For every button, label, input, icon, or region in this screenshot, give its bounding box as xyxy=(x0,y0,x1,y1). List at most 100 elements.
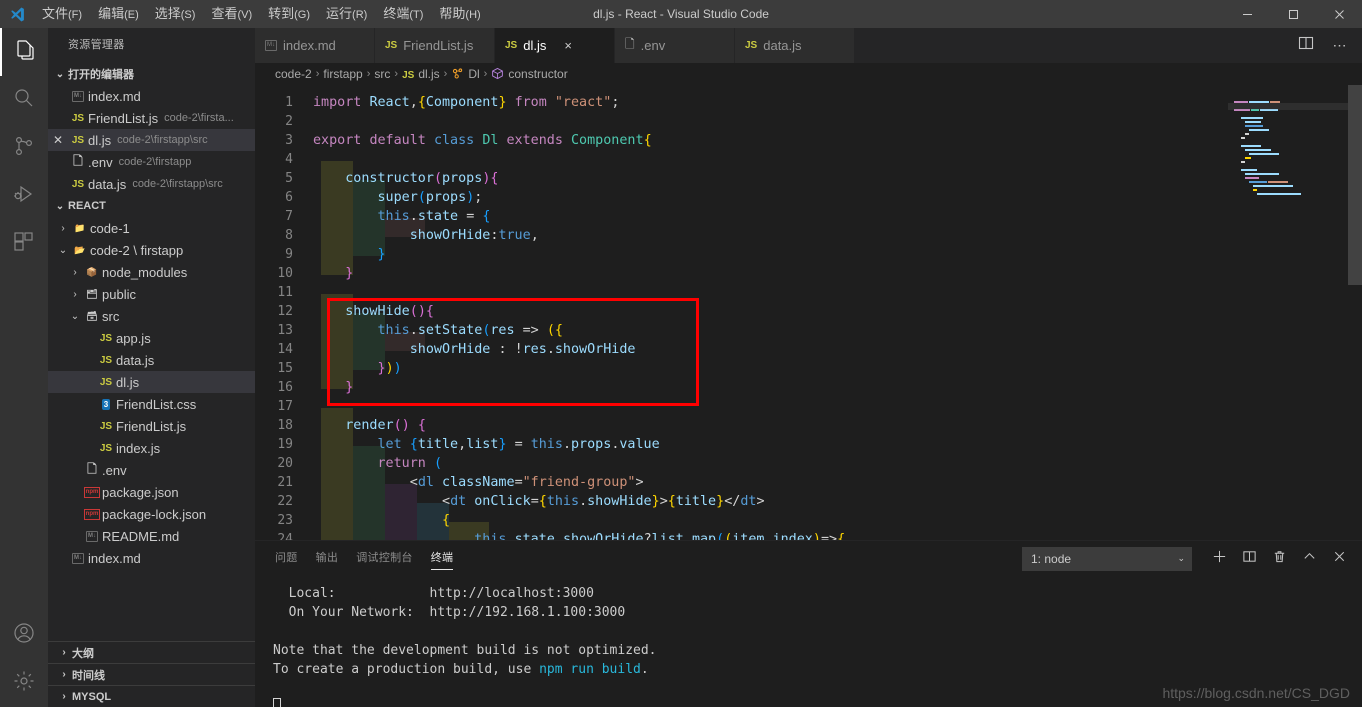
open-editor-index-md[interactable]: M↓ index.md xyxy=(48,85,255,107)
open-editor-data-js[interactable]: JS data.js code-2\firstapp\src xyxy=(48,173,255,195)
chevron-down-icon[interactable]: ⌄ xyxy=(68,311,82,322)
activitybar-item-run-debug[interactable] xyxy=(0,172,48,220)
breadcrumb-item-class-dl[interactable]: Dl xyxy=(451,67,480,81)
tree-item-code-1[interactable]: › 📁 code-1 xyxy=(48,217,255,239)
tree-item-dl-js[interactable]: JS dl.js xyxy=(48,371,255,393)
menu-view[interactable]: 查看(V) xyxy=(203,0,260,28)
split-editor-button[interactable] xyxy=(1292,32,1320,60)
tree-item-public[interactable]: › 🗂 public xyxy=(48,283,255,305)
tree-item-friendlist-js[interactable]: JS FriendList.js xyxy=(48,415,255,437)
panel-tab-output[interactable]: 输出 xyxy=(316,541,339,576)
tree-item-code-2-firstapp[interactable]: ⌄ 📂 code-2 \ firstapp xyxy=(48,239,255,261)
close-button[interactable] xyxy=(1316,0,1362,28)
code-editor[interactable]: 1 2 3 4 5 6 7 8 9 10 11 12 13 14 15 16 1… xyxy=(255,85,1362,540)
tree-item-package-lock-json[interactable]: npm package-lock.json xyxy=(48,503,255,525)
chevron-right-icon[interactable]: › xyxy=(56,223,70,234)
tab-index-md[interactable]: M↓ index.md xyxy=(255,28,375,63)
breadcrumb-item-src[interactable]: src xyxy=(374,67,390,81)
activity-bar xyxy=(0,28,48,707)
line-number: 3 xyxy=(285,133,293,148)
code-area[interactable]: 1 2 3 4 5 6 7 8 9 10 11 12 13 14 15 16 1… xyxy=(255,85,1362,540)
markdown-file-icon: M↓ xyxy=(68,90,88,102)
activitybar-item-extensions[interactable] xyxy=(0,220,48,268)
tree-item-readme-md[interactable]: M↓ README.md xyxy=(48,525,255,547)
tab-data-js[interactable]: JS data.js xyxy=(735,28,855,63)
open-editors-list: M↓ index.md JS FriendList.js code-2\firs… xyxy=(48,85,255,195)
activitybar-item-source-control[interactable] xyxy=(0,124,48,172)
editor-scrollbar-thumb[interactable] xyxy=(1348,85,1362,285)
split-terminal-button[interactable] xyxy=(1236,546,1262,572)
menu-terminal[interactable]: 终端(T) xyxy=(375,0,431,28)
tree-item-data-js[interactable]: JS data.js xyxy=(48,349,255,371)
chevron-right-icon[interactable]: › xyxy=(68,289,82,300)
chevron-right-icon[interactable]: › xyxy=(68,267,82,278)
breadcrumb-item-constructor[interactable]: constructor xyxy=(491,67,568,81)
folder-icon: 📁 xyxy=(74,222,86,233)
menu-file[interactable]: 文件(F) xyxy=(34,0,90,28)
menu-bar[interactable]: 文件(F) 编辑(E) 选择(S) 查看(V) 转到(G) 运行(R) 终端(T… xyxy=(34,0,489,28)
section-mysql[interactable]: › MYSQL xyxy=(48,685,255,707)
folder-label: node_modules xyxy=(102,264,188,280)
code-line-1: import React,{Component} from "react"; xyxy=(313,95,620,110)
tree-item-friendlist-css[interactable]: 3 FriendList.css xyxy=(48,393,255,415)
js-file-icon: JS xyxy=(385,40,398,51)
tab-env[interactable]: 🗋 .env xyxy=(615,28,735,63)
chevron-down-icon[interactable]: ⌄ xyxy=(56,245,70,256)
panel-tab-debug-console[interactable]: 调试控制台 xyxy=(356,541,413,576)
markdown-file-icon: M↓ xyxy=(82,530,102,542)
code-line-8: showOrHide:true, xyxy=(409,228,539,243)
minimap[interactable] xyxy=(1228,85,1348,540)
open-editor-friendlist-js[interactable]: JS FriendList.js code-2\firsta... xyxy=(48,107,255,129)
tree-item-package-json[interactable]: npm package.json xyxy=(48,481,255,503)
file-label: .env xyxy=(88,154,113,170)
tree-item-node-modules[interactable]: › 📦 node_modules xyxy=(48,261,255,283)
open-editor-dl-js[interactable]: ✕ JS dl.js code-2\firstapp\src xyxy=(48,129,255,151)
section-workspace-react[interactable]: ⌄ REACT xyxy=(48,195,255,217)
close-icon[interactable]: ✕ xyxy=(48,133,68,147)
terminal-selector[interactable]: 1: node ⌄ xyxy=(1022,546,1192,571)
menu-edit[interactable]: 编辑(E) xyxy=(90,0,147,28)
maximize-button[interactable] xyxy=(1270,0,1316,28)
terminal-line: On Your Network: http://192.168.1.100:30… xyxy=(273,605,626,620)
new-terminal-button[interactable] xyxy=(1206,546,1232,572)
maximize-panel-button[interactable] xyxy=(1296,546,1322,572)
panel-tab-terminal[interactable]: 终端 xyxy=(430,541,454,576)
section-mysql-label: MYSQL xyxy=(72,690,112,703)
tree-item-index-js[interactable]: JS index.js xyxy=(48,437,255,459)
code-lines[interactable]: import React,{Component} from "react"; e… xyxy=(313,85,1362,540)
minimap-slider[interactable] xyxy=(1228,103,1348,110)
panel-tab-problems[interactable]: 问题 xyxy=(275,541,298,576)
breadcrumb-item-code-2[interactable]: code-2 xyxy=(275,67,312,81)
editor-scrollbar[interactable] xyxy=(1348,85,1362,540)
more-actions-button[interactable]: ⋯ xyxy=(1326,32,1354,60)
menu-run[interactable]: 运行(R) xyxy=(318,0,375,28)
breadcrumb-item-firstapp[interactable]: firstapp xyxy=(323,67,362,81)
section-outline[interactable]: › 大纲 xyxy=(48,641,255,663)
line-number: 9 xyxy=(285,247,293,262)
tab-close-icon[interactable]: × xyxy=(564,38,572,53)
tree-item-app-js[interactable]: JS app.js xyxy=(48,327,255,349)
tree-item-src[interactable]: ⌄ 🗃 src xyxy=(48,305,255,327)
breadcrumb-item-dl-js[interactable]: JS dl.js xyxy=(402,67,440,81)
activitybar-item-search[interactable] xyxy=(0,76,48,124)
menu-help[interactable]: 帮助(H) xyxy=(431,0,488,28)
minimize-button[interactable] xyxy=(1224,0,1270,28)
menu-goto[interactable]: 转到(G) xyxy=(260,0,318,28)
activitybar-item-settings[interactable] xyxy=(0,659,48,707)
menu-selection[interactable]: 选择(S) xyxy=(147,0,204,28)
tree-item-env[interactable]: 🗋 .env xyxy=(48,459,255,481)
kill-terminal-button[interactable] xyxy=(1266,546,1292,572)
line-number: 10 xyxy=(277,266,293,281)
tab-dl-js[interactable]: JS dl.js × xyxy=(495,28,615,63)
breadcrumb: code-2 › firstapp › src › JS dl.js › Dl … xyxy=(255,63,1362,85)
activitybar-item-accounts[interactable] xyxy=(0,611,48,659)
close-panel-button[interactable] xyxy=(1326,546,1352,572)
open-editor-env[interactable]: 🗋 .env code-2\firstapp xyxy=(48,151,255,173)
section-open-editors[interactable]: ⌄ 打开的编辑器 xyxy=(48,63,255,85)
activitybar-item-explorer[interactable] xyxy=(0,28,48,76)
tab-friendlist-js[interactable]: JS FriendList.js xyxy=(375,28,495,63)
file-label: FriendList.css xyxy=(116,396,197,412)
tree-item-index-md[interactable]: M↓ index.md xyxy=(48,547,255,569)
section-timeline[interactable]: › 时间线 xyxy=(48,663,255,685)
